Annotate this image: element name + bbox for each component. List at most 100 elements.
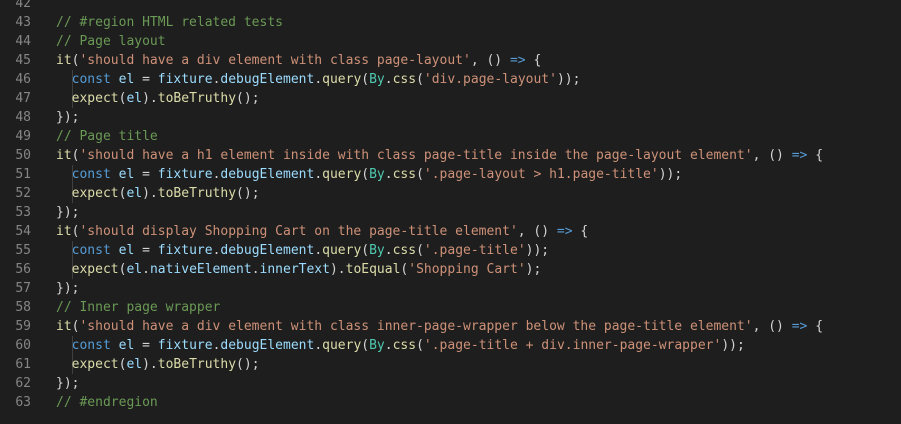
code-line[interactable]: 47 expect(el).toBeTruthy();: [0, 89, 901, 108]
code-token: By: [369, 338, 385, 353]
code-token: ).: [142, 91, 158, 106]
code-text: expect(el).toBeTruthy();: [56, 355, 260, 374]
code-token: (: [416, 243, 424, 258]
code-token: 'Shopping Cart': [408, 262, 526, 277]
code-text: it('should have a h1 element inside with…: [56, 146, 823, 165]
code-token: css: [392, 243, 417, 258]
code-token: {: [572, 224, 589, 239]
code-text: const el = fixture.debugElement.query(By…: [56, 241, 550, 260]
code-token: .: [384, 72, 393, 87]
code-line[interactable]: 44 // Page layout: [0, 32, 901, 51]
line-number: 48: [15, 110, 31, 125]
code-token: =>: [509, 53, 526, 68]
code-token: innerText: [259, 262, 330, 277]
code-token: const: [56, 338, 111, 353]
code-line[interactable]: 54 it('should display Shopping Cart on th…: [0, 222, 901, 241]
code-text: });: [56, 203, 79, 222]
code-token: });: [56, 205, 80, 220]
code-line[interactable]: 48});: [0, 108, 901, 127]
code-line[interactable]: 49 // Page title: [0, 127, 901, 146]
code-token: (: [416, 167, 424, 182]
code-token: query: [322, 243, 362, 258]
code-token: query: [322, 167, 362, 182]
code-token: ();: [236, 91, 260, 106]
code-token: (: [416, 338, 424, 353]
code-token: expect: [56, 91, 119, 106]
code-token: (: [361, 167, 370, 182]
line-number: 59: [15, 319, 31, 334]
code-token: );: [525, 262, 542, 277]
code-text: expect(el).toBeTruthy();: [56, 89, 260, 108]
code-line[interactable]: 51 const el = fixture.debugElement.query…: [0, 165, 901, 184]
code-token: query: [322, 72, 362, 87]
code-line[interactable]: 53});: [0, 203, 901, 222]
code-token: '.page-title': [423, 243, 526, 258]
code-text: const el = fixture.debugElement.query(By…: [56, 336, 745, 355]
code-text: // Inner page wrapper: [56, 298, 220, 317]
code-token: // Page title: [56, 129, 158, 144]
code-token: .: [314, 243, 323, 258]
code-token: 'should display Shopping Cart on the pag…: [79, 224, 518, 239]
code-token: ();: [236, 357, 260, 372]
code-line[interactable]: 58 // Inner page wrapper: [0, 298, 901, 317]
code-token: {: [807, 148, 824, 163]
code-token: 'should have a div element with class pa…: [79, 53, 471, 68]
code-token: const: [56, 243, 111, 258]
code-text: expect(el.nativeElement.innerText).toEqu…: [56, 260, 542, 279]
code-editor[interactable]: 42 43 // #region HTML related tests 44 // Pa…: [0, 0, 901, 424]
code-token: , (): [517, 224, 557, 239]
code-token: el: [118, 72, 135, 87]
code-token: nativeElement: [149, 262, 252, 277]
code-token: expect: [56, 262, 119, 277]
code-token: // #region HTML related tests: [56, 15, 283, 30]
code-token: ).: [142, 186, 158, 201]
code-text: // #region HTML related tests: [56, 13, 283, 32]
code-token: ));: [721, 338, 745, 353]
code-token: , (): [470, 53, 510, 68]
code-token: 'div.page-layout': [423, 72, 557, 87]
code-line[interactable]: 52 expect(el).toBeTruthy();: [0, 184, 901, 203]
code-line[interactable]: 63 // #endregion: [0, 393, 901, 412]
code-line[interactable]: 50 it('should have a h1 element inside wi…: [0, 146, 901, 165]
code-token: .: [384, 338, 393, 353]
line-number: 51: [15, 167, 31, 182]
code-token: el: [126, 91, 143, 106]
code-token: =: [134, 72, 158, 87]
code-line[interactable]: 42: [0, 0, 901, 13]
code-token: el: [118, 167, 135, 182]
code-line[interactable]: 60 const el = fixture.debugElement.query…: [0, 336, 901, 355]
code-token: ));: [556, 72, 581, 87]
code-line[interactable]: 59 it('should have a div element with cla…: [0, 317, 901, 336]
code-text: expect(el).toBeTruthy();: [56, 184, 260, 203]
line-number: 53: [15, 205, 31, 220]
code-token: , (): [752, 148, 792, 163]
code-token: const: [56, 167, 111, 182]
code-token: toBeTruthy: [157, 91, 237, 106]
code-line[interactable]: 56 expect(el.nativeElement.innerText).to…: [0, 260, 901, 279]
code-token: 'should have a h1 element inside with cl…: [79, 148, 753, 163]
code-token: el: [118, 243, 135, 258]
code-token: css: [392, 167, 417, 182]
code-token: // #endregion: [56, 395, 158, 410]
code-line[interactable]: 55 const el = fixture.debugElement.query…: [0, 241, 901, 260]
code-token: el: [126, 357, 143, 372]
code-line[interactable]: 45 it('should have a div element with cla…: [0, 51, 901, 70]
code-line[interactable]: 46 const el = fixture.debugElement.query…: [0, 70, 901, 89]
line-number: 58: [15, 300, 31, 315]
code-token: fixture: [157, 338, 213, 353]
code-line[interactable]: 57});: [0, 279, 901, 298]
code-line[interactable]: 61 expect(el).toBeTruthy();: [0, 355, 901, 374]
code-token: =>: [791, 148, 808, 163]
code-token: ).: [329, 262, 346, 277]
code-token: });: [56, 110, 80, 125]
line-number: 50: [15, 148, 31, 163]
code-token: .: [142, 262, 150, 277]
code-token: .: [314, 167, 323, 182]
code-line[interactable]: 62});: [0, 374, 901, 393]
code-token: By: [369, 72, 385, 87]
code-text: });: [56, 279, 79, 298]
code-line[interactable]: 43 // #region HTML related tests: [0, 13, 901, 32]
